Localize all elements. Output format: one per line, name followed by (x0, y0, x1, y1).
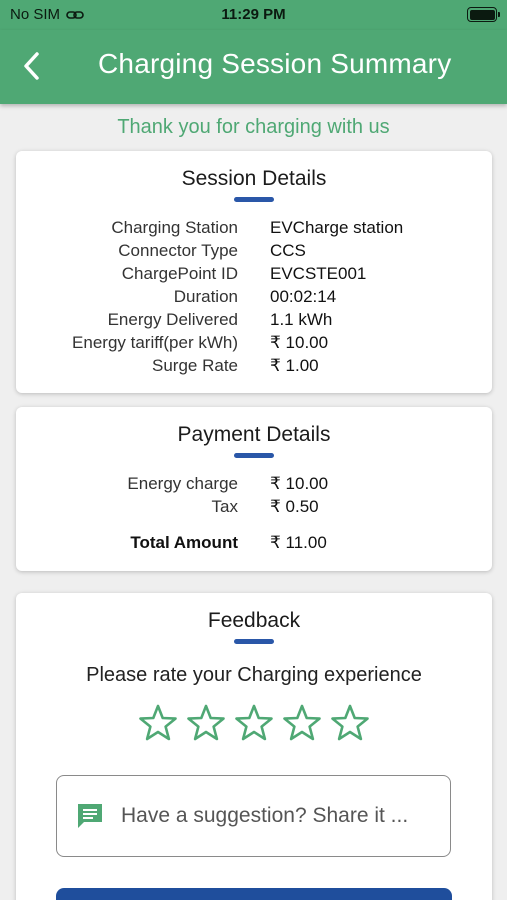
detail-value: EVCSTE001 (270, 264, 367, 283)
detail-row-duration: Duration 00:02:14 (16, 285, 492, 308)
total-value: ₹ 11.00 (270, 533, 327, 552)
detail-label: Duration (173, 287, 238, 306)
star-icon-3[interactable] (234, 703, 274, 743)
detail-value: EVCharge station (270, 218, 404, 237)
payment-value: ₹ 0.50 (270, 497, 319, 516)
detail-label: Energy tariff(per kWh) (72, 333, 238, 352)
feedback-card: Feedback Please rate your Charging exper… (16, 593, 492, 900)
detail-row-energy-delivered: Energy Delivered 1.1 kWh (16, 308, 492, 331)
detail-row-surge-rate: Surge Rate ₹ 1.00 (16, 354, 492, 377)
detail-row-chargepoint-id: ChargePoint ID EVCSTE001 (16, 262, 492, 285)
detail-label: Surge Rate (152, 356, 238, 375)
chevron-left-icon (24, 52, 39, 80)
payment-label: Tax (211, 497, 238, 516)
clock: 11:29 PM (221, 6, 286, 23)
detail-row-energy-tariff: Energy tariff(per kWh) ₹ 10.00 (16, 331, 492, 354)
detail-row-connector-type: Connector Type CCS (16, 239, 492, 262)
detail-row-charging-station: Charging Station EVCharge station (16, 216, 492, 239)
payment-value: ₹ 10.00 (270, 474, 329, 493)
payment-row-total: Total Amount ₹ 11.00 (16, 531, 492, 554)
star-icon-2[interactable] (186, 703, 226, 743)
back-button[interactable] (14, 48, 50, 84)
detail-label: Charging Station (111, 218, 238, 237)
submit-button[interactable] (56, 888, 452, 900)
star-icon-5[interactable] (330, 703, 370, 743)
payment-row-tax: Tax ₹ 0.50 (16, 495, 492, 518)
title-underline (234, 197, 274, 202)
star-icon-1[interactable] (138, 703, 178, 743)
thanks-message: Thank you for charging with us (117, 116, 390, 138)
payment-label: Energy charge (127, 474, 238, 493)
title-underline (234, 453, 274, 458)
suggestion-input[interactable] (121, 804, 441, 828)
rating-prompt: Please rate your Charging experience (86, 664, 422, 686)
session-details-card: Session Details Charging Station EVCharg… (16, 151, 492, 393)
title-underline (234, 639, 274, 644)
message-icon (78, 804, 102, 828)
payment-row-energy-charge: Energy charge ₹ 10.00 (16, 472, 492, 495)
suggestion-field[interactable] (56, 775, 451, 857)
detail-value: 00:02:14 (270, 287, 337, 306)
session-details-list: Charging Station EVCharge station Connec… (16, 216, 492, 377)
app-bar: Charging Session Summary (0, 30, 507, 104)
payment-details-list: Energy charge ₹ 10.00 Tax ₹ 0.50 Total A… (16, 472, 492, 554)
star-icon-4[interactable] (282, 703, 322, 743)
status-bar: No SIM 11:29 PM (0, 0, 507, 30)
detail-value: CCS (270, 241, 306, 260)
session-details-title: Session Details (181, 167, 327, 190)
page-title: Charging Session Summary (98, 48, 452, 79)
detail-value: 1.1 kWh (270, 310, 333, 329)
detail-label: Energy Delivered (107, 310, 238, 329)
detail-label: ChargePoint ID (121, 264, 238, 283)
payment-details-card: Payment Details Energy charge ₹ 10.00 Ta… (16, 407, 492, 571)
star-rating (16, 703, 492, 743)
feedback-title: Feedback (207, 609, 301, 632)
detail-value: ₹ 10.00 (270, 333, 329, 352)
total-label: Total Amount (130, 533, 238, 552)
battery-icon (467, 7, 500, 22)
detail-value: ₹ 1.00 (270, 356, 319, 375)
detail-label: Connector Type (118, 241, 238, 260)
payment-details-title: Payment Details (177, 423, 331, 446)
